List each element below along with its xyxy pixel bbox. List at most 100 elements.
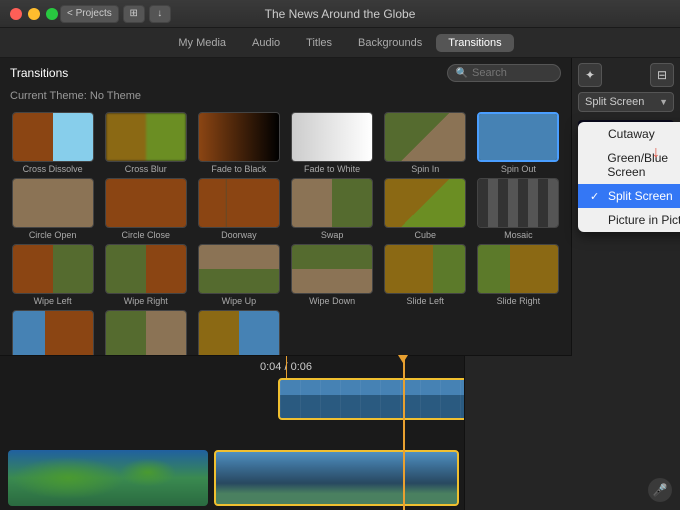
projects-back-button[interactable]: < Projects xyxy=(60,5,119,23)
transition-label: Fade to Black xyxy=(211,164,266,174)
transition-label: Spin Out xyxy=(501,164,536,174)
transition-label: Mosaic xyxy=(504,230,533,240)
transition-label: Wipe Down xyxy=(309,296,355,306)
transition-thumb xyxy=(384,244,466,294)
transition-label: Slide Right xyxy=(497,296,541,306)
timeline-right-panel xyxy=(464,355,572,510)
check-selected-icon: ✓ xyxy=(590,190,602,203)
transition-thumb xyxy=(198,112,280,162)
transition-label: Wipe Right xyxy=(124,296,168,306)
transition-thumb xyxy=(291,244,373,294)
tab-titles[interactable]: Titles xyxy=(294,34,344,52)
transition-label: Wipe Up xyxy=(222,296,257,306)
clip-waterfall[interactable] xyxy=(214,450,459,506)
transition-thumb xyxy=(12,310,94,360)
wand-button[interactable]: ✦ xyxy=(578,63,602,87)
transition-thumb xyxy=(384,178,466,228)
nav-buttons: < Projects ⊞ ↓ xyxy=(60,5,171,23)
right-panel: ✦ ⊟ Cutaway Green/Blue Screen Split Scre… xyxy=(572,58,680,510)
list-item[interactable]: Swap xyxy=(287,178,376,240)
window-title: The News Around the Globe xyxy=(265,7,416,21)
current-theme-label: Current Theme: No Theme xyxy=(0,88,571,108)
tab-transitions[interactable]: Transitions xyxy=(436,34,513,52)
overlay-type-dropdown[interactable]: Cutaway Green/Blue Screen Split Screen P… xyxy=(578,92,674,112)
transition-thumb xyxy=(198,244,280,294)
transition-thumb xyxy=(291,112,373,162)
dropdown-item-picture-in-picture[interactable]: Picture in Picture xyxy=(578,208,680,232)
transition-thumb xyxy=(105,112,187,162)
search-box[interactable]: 🔍 xyxy=(447,64,561,82)
tab-my-media[interactable]: My Media xyxy=(166,34,238,52)
playhead-line xyxy=(403,356,405,510)
transition-thumb xyxy=(105,310,187,360)
list-item[interactable]: Slide Right xyxy=(474,244,563,306)
transition-thumb xyxy=(477,244,559,294)
transition-label: Cross Blur xyxy=(125,164,167,174)
transition-thumb xyxy=(198,178,280,228)
transition-thumb-selected xyxy=(477,112,559,162)
transition-thumb xyxy=(384,112,466,162)
transition-thumb xyxy=(198,310,280,360)
transition-thumb xyxy=(12,178,94,228)
transition-label: Wipe Left xyxy=(34,296,72,306)
dropdown-item-green-blue[interactable]: Green/Blue Screen xyxy=(578,146,680,184)
transition-label: Slide Left xyxy=(406,296,444,306)
dropdown-item-cutaway[interactable]: Cutaway xyxy=(578,122,680,146)
list-item[interactable]: Spin In xyxy=(381,112,470,174)
panel-header: Transitions 🔍 xyxy=(0,58,571,88)
timeline-area: 0:04 / 0:06 ⊳| xyxy=(0,355,572,510)
playhead-triangle xyxy=(398,355,408,363)
transition-label: Cube xyxy=(414,230,436,240)
settings-button[interactable]: ⊟ xyxy=(650,63,674,87)
dropdown-item-label: Green/Blue Screen xyxy=(607,151,680,179)
list-item[interactable]: Slide Left xyxy=(381,244,470,306)
transition-label: Doorway xyxy=(221,230,257,240)
list-item[interactable]: Mosaic xyxy=(474,178,563,240)
import-button[interactable]: ↓ xyxy=(149,5,171,23)
list-item[interactable]: Wipe Up xyxy=(194,244,283,306)
list-item[interactable]: Spin Out xyxy=(474,112,563,174)
transition-label: Circle Close xyxy=(121,230,170,240)
list-item[interactable]: Circle Close xyxy=(101,178,190,240)
transition-thumb xyxy=(105,244,187,294)
transition-thumb xyxy=(477,178,559,228)
dropdown-menu: Cutaway Green/Blue Screen ✓ Split Screen… xyxy=(578,122,680,232)
search-input[interactable] xyxy=(472,67,552,79)
close-btn[interactable] xyxy=(10,8,22,20)
transition-label: Swap xyxy=(321,230,344,240)
tab-audio[interactable]: Audio xyxy=(240,34,292,52)
playhead-indicator xyxy=(286,356,287,378)
list-item[interactable]: Cube xyxy=(381,178,470,240)
panel-title: Transitions xyxy=(10,66,68,80)
list-item[interactable]: Fade to White xyxy=(287,112,376,174)
list-item[interactable]: Wipe Right xyxy=(101,244,190,306)
traffic-lights xyxy=(10,8,58,20)
transition-thumb xyxy=(291,178,373,228)
transition-label: Spin In xyxy=(411,164,439,174)
overlay-type-dropdown-container: Cutaway Green/Blue Screen Split Screen P… xyxy=(572,92,680,116)
list-item[interactable]: Fade to Black xyxy=(194,112,283,174)
clip-world-map[interactable] xyxy=(8,450,208,506)
minimize-btn[interactable] xyxy=(28,8,40,20)
dropdown-item-label: Cutaway xyxy=(608,127,655,141)
transition-label: Cross Dissolve xyxy=(23,164,83,174)
list-item[interactable]: Cross Blur xyxy=(101,112,190,174)
top-nav: My Media Audio Titles Backgrounds Transi… xyxy=(0,28,680,58)
microphone-button[interactable]: 🎤 xyxy=(648,478,672,502)
transition-label: Fade to White xyxy=(304,164,360,174)
list-item[interactable]: Doorway xyxy=(194,178,283,240)
dropdown-item-label: Picture in Picture xyxy=(608,213,680,227)
transition-thumb xyxy=(105,178,187,228)
search-icon: 🔍 xyxy=(456,68,468,79)
dropdown-item-split-screen[interactable]: ✓ Split Screen xyxy=(578,184,680,208)
transition-thumb xyxy=(12,244,94,294)
list-item[interactable]: Cross Dissolve xyxy=(8,112,97,174)
transition-label: Circle Open xyxy=(29,230,77,240)
arrow-indicator: ↓ xyxy=(652,144,660,162)
list-item[interactable]: Wipe Down xyxy=(287,244,376,306)
list-item[interactable]: Wipe Left xyxy=(8,244,97,306)
list-item[interactable]: Circle Open xyxy=(8,178,97,240)
fullscreen-btn[interactable] xyxy=(46,8,58,20)
tab-backgrounds[interactable]: Backgrounds xyxy=(346,34,434,52)
split-view-button[interactable]: ⊞ xyxy=(123,5,145,23)
